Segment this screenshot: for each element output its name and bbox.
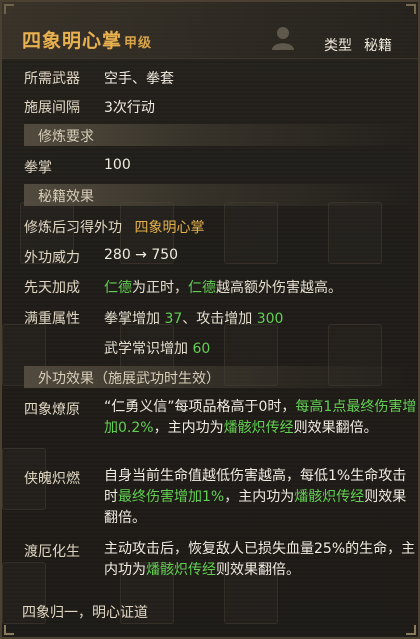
effect-3-label: 渡厄化生	[24, 544, 80, 560]
frame-corner	[406, 625, 416, 635]
innate-text-part: 为正时，	[132, 280, 188, 296]
innate-label: 先天加成	[24, 280, 80, 296]
full-attr-line-2: 武学常识增加 60	[104, 338, 210, 358]
skill-title: 四象明心掌 甲级	[22, 26, 152, 53]
training-section-header: 修炼要求	[24, 124, 416, 146]
flavor-text: 四象归一，明心证道	[22, 605, 148, 621]
innate-text: 仁德为正时，仁德越高额外伤害越高。	[104, 277, 342, 297]
weapon-label: 所需武器	[24, 71, 80, 87]
innate-keyword: 仁德	[104, 280, 132, 296]
effect-highlight: 燔骸炽传经	[146, 562, 216, 578]
training-section-title: 修炼要求	[38, 129, 94, 145]
power-value: 280 → 750	[104, 247, 179, 263]
effect-text: 则效果翻倍。	[216, 562, 300, 578]
type-value: 秘籍	[364, 38, 392, 54]
effect-3-description: 主动攻击后，恢复敌人已损失血量25%的生命，主内功为燔骸炽传经则效果翻倍。	[104, 539, 418, 581]
weapon-value: 空手、拳套	[104, 71, 174, 87]
full-attr-text: 武学常识增加	[104, 341, 193, 357]
effect-highlight: 燔骸炽传经	[294, 489, 365, 505]
learn-row: 修炼后习得外功 四象明心掌	[24, 217, 204, 237]
effect-highlight: 燔骸炽传经	[223, 420, 294, 436]
type-label: 类型	[324, 38, 352, 54]
power-label: 外功威力	[24, 250, 80, 266]
effect-2-label: 侠魄炽燃	[24, 471, 80, 487]
full-attr-text: 拳掌增加	[104, 311, 165, 327]
interval-label: 施展间隔	[24, 100, 80, 116]
learn-label: 修炼后习得外功	[24, 220, 122, 236]
frame-corner	[4, 625, 14, 635]
background-tile	[224, 202, 278, 264]
external-section-title: 外功效果（施展武功时生效）	[38, 371, 220, 387]
effect-text: ，主内功为	[224, 489, 295, 505]
effect-1-label: 四象燎原	[24, 402, 80, 418]
effects-section-header: 秘籍效果	[24, 184, 416, 206]
background-tile	[328, 202, 382, 264]
full-attr-line-1: 拳掌增加 37、攻击增加 300	[104, 308, 283, 328]
interval-value: 3次行动	[104, 100, 155, 116]
full-attr-number: 60	[192, 341, 211, 357]
requirement-label: 拳掌	[24, 160, 52, 176]
external-section-header: 外功效果（施展武功时生效）	[24, 366, 416, 388]
effect-highlight: 最终伤害增加1%	[118, 489, 225, 505]
effect-1-description: “仁勇义信”每项品格高于0时，每高1点最终伤害增加0.2%，主内功为燔骸炽传经则…	[104, 397, 418, 439]
full-attr-text: 、攻击增加	[182, 311, 257, 327]
effect-text: 则效果翻倍。	[293, 420, 378, 436]
person-icon	[272, 27, 294, 50]
skill-grade: 甲级	[124, 36, 153, 51]
effect-text: “仁勇义信”每项品格高于0时，	[104, 399, 296, 415]
skill-tooltip-panel: 四象明心掌 甲级 类型 秘籍 所需武器 空手、拳套 施展间隔 3次行动 修炼要求 …	[0, 0, 420, 639]
learn-value: 四象明心掌	[134, 220, 205, 236]
skill-name: 四象明心掌	[22, 30, 123, 52]
full-attr-label: 满重属性	[24, 311, 80, 327]
effects-section-title: 秘籍效果	[38, 189, 94, 205]
full-attr-number: 300	[256, 311, 284, 327]
effect-text: ，主内功为	[153, 420, 224, 436]
full-attr-number: 37	[164, 311, 183, 327]
innate-keyword: 仁德	[188, 280, 216, 296]
innate-text-part: 越高额外伤害越高。	[216, 280, 342, 296]
requirement-value: 100	[104, 157, 131, 173]
tooltip-header: 四象明心掌 甲级 类型 秘籍	[2, 2, 418, 59]
effect-2-description: 自身当前生命值越低伤害越高，每低1%生命攻击时最终伤害增加1%，主内功为燔骸炽传…	[104, 466, 418, 529]
